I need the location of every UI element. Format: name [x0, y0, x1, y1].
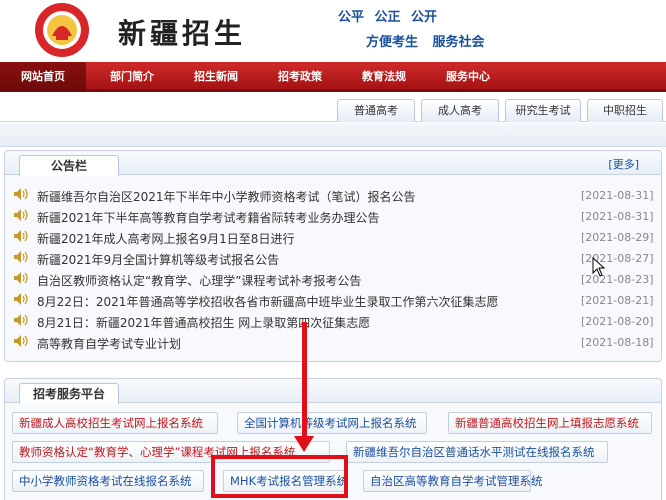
- notice-title-text[interactable]: 高等教育自学考试专业计划: [37, 335, 181, 352]
- notice-date: [2021-08-20]: [581, 315, 654, 328]
- speaker-icon: [14, 230, 28, 242]
- notice-date: [2021-08-29]: [581, 231, 654, 244]
- service-button-volunteer-fill[interactable]: 新疆普通高校招生网上填报志愿系统: [448, 412, 652, 434]
- notice-title-text[interactable]: 新疆2021年下半年高等教育自学考试考籍省际转考业务办理公告: [37, 209, 380, 226]
- content-strip: [0, 123, 666, 147]
- speaker-icon: [14, 293, 28, 305]
- notice-board: 公告栏 [更多] 新疆维吾尔自治区2021年下半年中小学教师资格考试（笔试）报名…: [4, 150, 662, 362]
- notice-date: [2021-08-31]: [581, 210, 654, 223]
- site-header: 新疆招生 公平 公正 公开 方便考生 服务社会: [0, 0, 666, 58]
- more-link[interactable]: [更多]: [608, 156, 639, 172]
- exam-category-tabs: 普通高考 成人高考 研究生考试 中职招生: [0, 96, 666, 122]
- service-button-adult-exam[interactable]: 新疆成人高校招生考试网上报名系统: [12, 412, 218, 434]
- list-item[interactable]: 新疆2021年下半年高等教育自学考试考籍省际转考业务办理公告 [2021-08-…: [5, 206, 661, 228]
- notice-title-text[interactable]: 自治区教师资格认定“教育学、心理学”课程考试补考报考公告: [37, 272, 361, 289]
- notice-header: 公告栏 [更多]: [5, 151, 661, 176]
- nav-item-policy[interactable]: 招考政策: [258, 62, 342, 92]
- tab-adult-exam[interactable]: 成人高考: [421, 99, 499, 122]
- list-item[interactable]: 高等教育自学考试专业计划 [2021-08-18]: [5, 332, 661, 354]
- tab-graduate-exam[interactable]: 研究生考试: [505, 99, 581, 122]
- notice-title: 公告栏: [19, 155, 119, 176]
- service-button-putonghua[interactable]: 新疆维吾尔自治区普通话水平测试在线报名系统: [346, 441, 608, 463]
- slogan-line-1: 公平 公正 公开: [338, 10, 438, 25]
- notice-date: [2021-08-31]: [581, 189, 654, 202]
- annotation-arrow-shaft: [302, 322, 307, 440]
- annotation-arrow-head: [294, 436, 314, 452]
- list-item[interactable]: 新疆维吾尔自治区2021年下半年中小学教师资格考试（笔试）报名公告 [2021-…: [5, 185, 661, 207]
- speaker-icon: [14, 251, 28, 263]
- notice-title-text[interactable]: 8月21日：新疆2021年普通高校招生 网上录取第四次征集志愿: [37, 314, 370, 331]
- tab-general-exam[interactable]: 普通高考: [337, 99, 415, 122]
- list-item[interactable]: 新疆2021年成人高考网上报名9月1日至8日进行 [2021-08-29]: [5, 227, 661, 249]
- logo-emblem-icon[interactable]: [30, 2, 94, 58]
- notice-title-text[interactable]: 新疆2021年9月全国计算机等级考试报名公告: [37, 251, 279, 268]
- nav-item-regulations[interactable]: 教育法规: [342, 62, 426, 92]
- nav-item-service-center[interactable]: 服务中心: [426, 62, 510, 92]
- list-item[interactable]: 新疆2021年9月全国计算机等级考试报名公告 [2021-08-27]: [5, 248, 661, 270]
- speaker-icon: [14, 188, 28, 200]
- notice-date: [2021-08-21]: [581, 294, 654, 307]
- service-title: 招考服务平台: [19, 383, 119, 404]
- service-header: 招考服务平台: [5, 379, 661, 404]
- main-nav: 网站首页 部门简介 招生新闻 招考政策 教育法规 服务中心: [0, 62, 666, 92]
- service-button-computer-exam[interactable]: 全国计算机等级考试网上报名系统: [237, 412, 427, 434]
- nav-item-home[interactable]: 网站首页: [0, 62, 86, 92]
- site-title: 新疆招生: [118, 17, 247, 50]
- speaker-icon: [14, 209, 28, 221]
- mouse-cursor-icon: [592, 257, 606, 277]
- notice-date: [2021-08-18]: [581, 336, 654, 349]
- speaker-icon: [14, 314, 28, 326]
- service-button-teacher-qualification[interactable]: 中小学教师资格考试在线报名系统: [12, 470, 204, 492]
- tab-vocational[interactable]: 中职招生: [587, 99, 663, 122]
- list-item[interactable]: 8月21日：新疆2021年普通高校招生 网上录取第四次征集志愿 [2021-08…: [5, 311, 661, 333]
- notice-title-text[interactable]: 新疆2021年成人高考网上报名9月1日至8日进行: [37, 230, 294, 247]
- speaker-icon: [14, 272, 28, 284]
- notice-title-text[interactable]: 新疆维吾尔自治区2021年下半年中小学教师资格考试（笔试）报名公告: [37, 188, 416, 205]
- service-button-self-study[interactable]: 自治区高等教育自学考试管理系统: [363, 470, 543, 492]
- nav-item-news[interactable]: 招生新闻: [174, 62, 258, 92]
- annotation-highlight-box: [211, 455, 348, 498]
- nav-item-about[interactable]: 部门简介: [90, 62, 174, 92]
- notice-title-text[interactable]: 8月22日：2021年普通高等学校招收各省市新疆高中班毕业生录取工作第六次征集志…: [37, 293, 498, 310]
- speaker-icon: [14, 335, 28, 347]
- list-item[interactable]: 8月22日：2021年普通高等学校招收各省市新疆高中班毕业生录取工作第六次征集志…: [5, 290, 661, 312]
- slogan-line-2: 方便考生 服务社会: [366, 35, 485, 50]
- list-item[interactable]: 自治区教师资格认定“教育学、心理学”课程考试补考报考公告 [2021-08-23…: [5, 269, 661, 291]
